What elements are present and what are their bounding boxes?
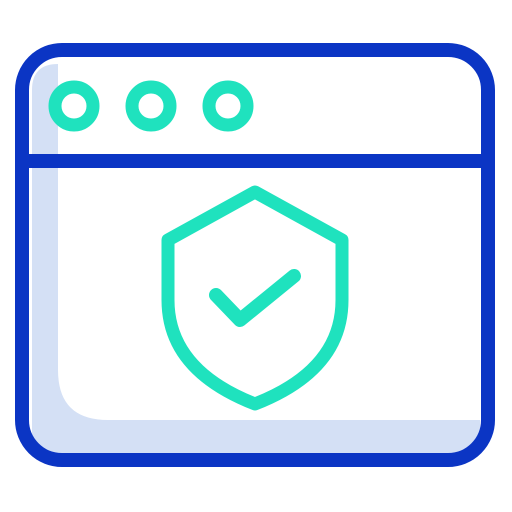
shield-icon [161,185,349,411]
browser-window-icon [15,43,495,467]
window-dot-icon [125,80,177,132]
window-dot-icon [48,80,100,132]
secure-browser-icon [0,0,512,512]
checkmark-icon [209,269,301,327]
window-dot-icon [202,80,254,132]
